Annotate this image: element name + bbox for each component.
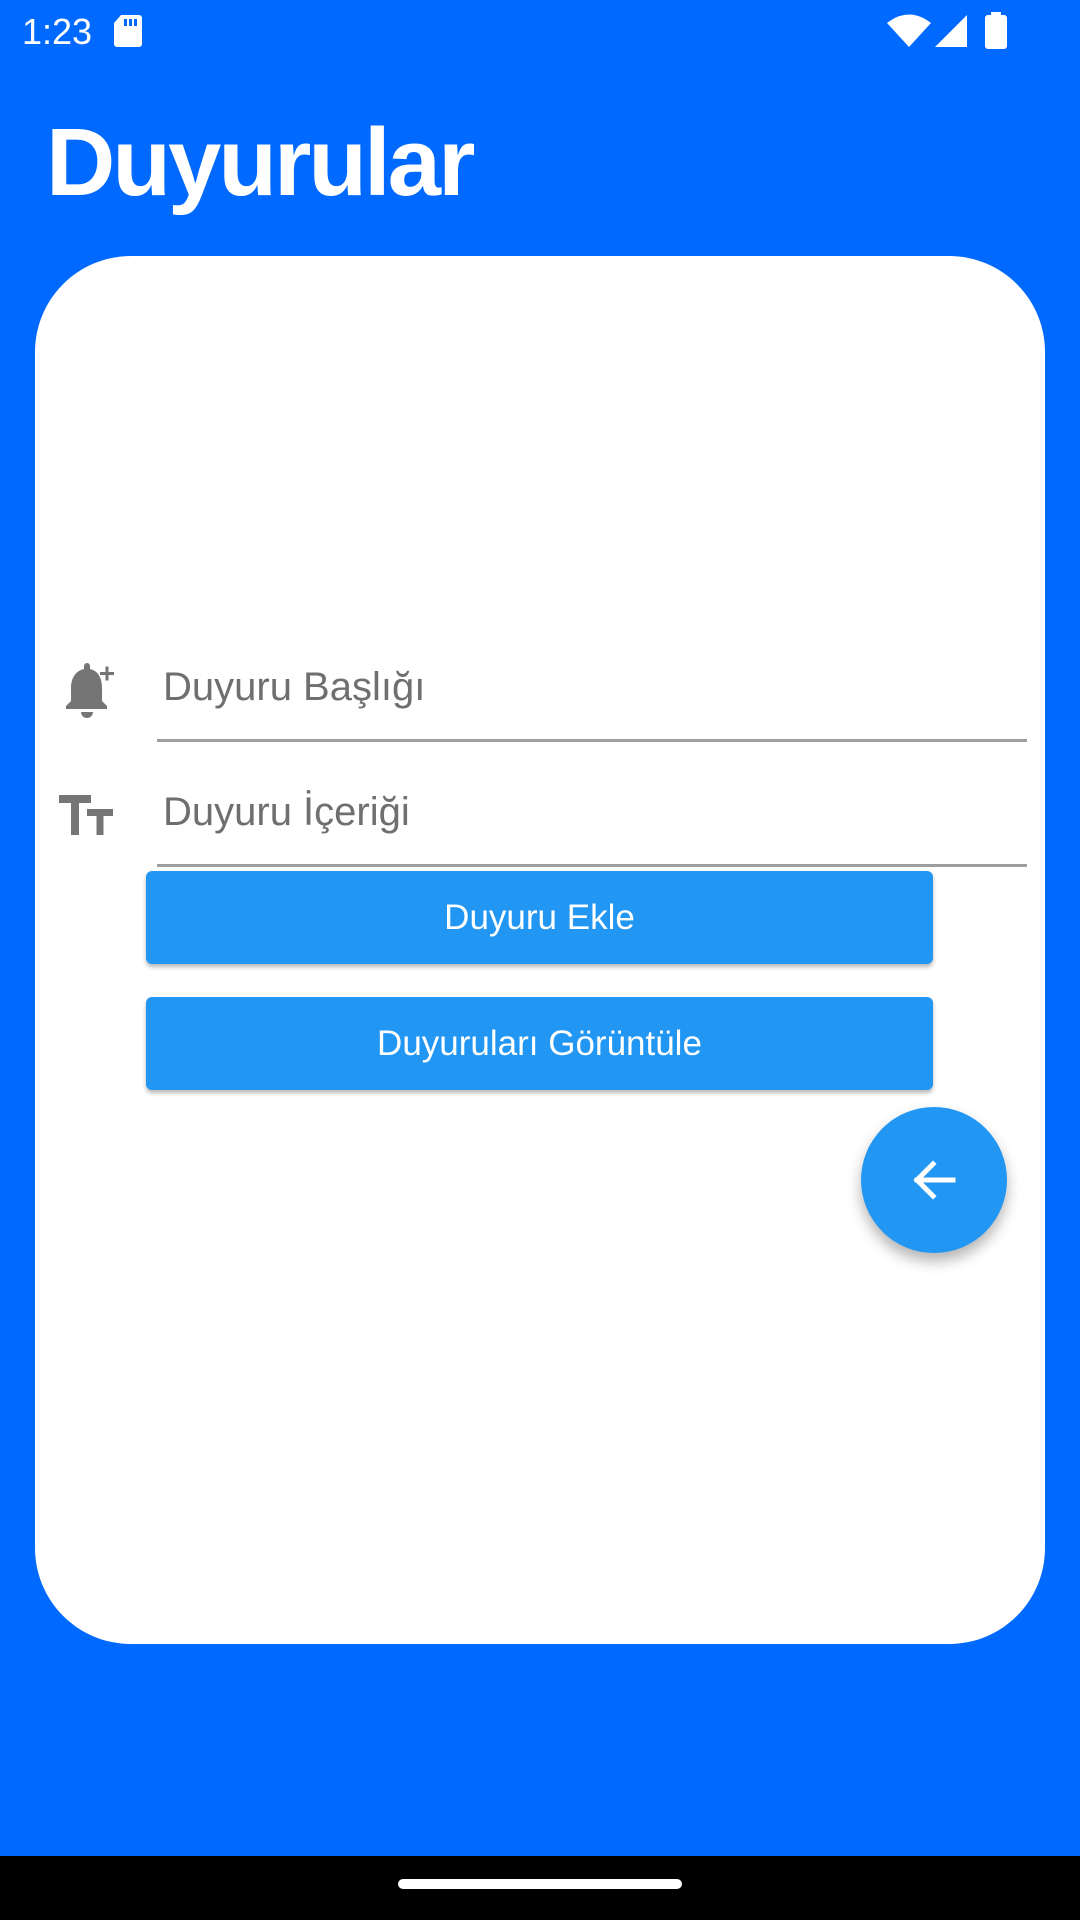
- status-bar: 1:23: [0, 0, 1080, 64]
- wifi-icon: [887, 14, 931, 47]
- signal-icon: [935, 15, 967, 47]
- bell-plus-icon: [66, 663, 115, 718]
- announcement-content-input[interactable]: [157, 761, 1027, 867]
- announcement-title-field: [35, 636, 1045, 746]
- page-title: Duyurular: [46, 109, 475, 216]
- text-size-icon: [59, 795, 113, 835]
- view-announcements-button[interactable]: Duyuruları Görüntüle: [146, 997, 933, 1090]
- form-card: Duyuru Ekle Duyuruları Görüntüle: [35, 256, 1045, 1644]
- announcement-title-input[interactable]: [157, 636, 1027, 742]
- sd-card-icon: [114, 15, 142, 47]
- status-time: 1:23: [22, 11, 93, 52]
- arrow-back-icon: [913, 1160, 956, 1200]
- back-fab-button[interactable]: [861, 1107, 1007, 1253]
- home-handle[interactable]: [398, 1879, 682, 1889]
- add-announcement-button[interactable]: Duyuru Ekle: [146, 871, 933, 964]
- battery-icon: [985, 12, 1007, 49]
- announcement-content-field: [35, 761, 1045, 871]
